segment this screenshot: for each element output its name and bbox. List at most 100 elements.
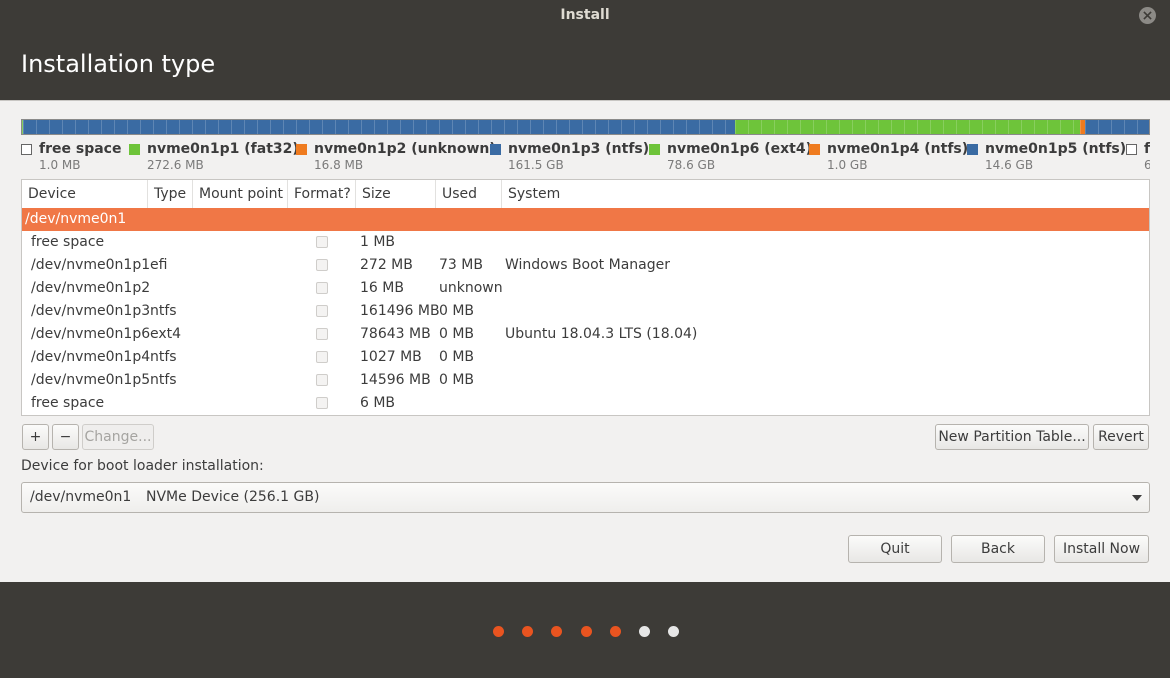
page-header: Installation type xyxy=(0,30,1170,100)
cell-used: 0 MB xyxy=(439,372,475,388)
legend-name: free space xyxy=(1144,141,1150,157)
format-checkbox[interactable] xyxy=(316,374,328,386)
table-row[interactable]: /dev/nvme0n1p4 ntfs 1027 MB 0 MB xyxy=(22,346,1149,369)
format-checkbox[interactable] xyxy=(316,282,328,294)
format-checkbox[interactable] xyxy=(316,259,328,271)
progress-dot xyxy=(668,626,680,637)
column-header-system[interactable]: System xyxy=(502,180,1149,208)
column-header-used[interactable]: Used xyxy=(436,180,502,208)
quit-button[interactable]: Quit xyxy=(848,535,942,563)
main-content: free space 1.0 MB nvme0n1p1 (fat32) 272.6 M… xyxy=(0,100,1170,582)
progress-dot xyxy=(639,626,650,637)
cell-device: /dev/nvme0n1p6 xyxy=(31,326,151,342)
close-icon xyxy=(1143,11,1152,20)
legend-size: 1.0 MB xyxy=(39,158,81,172)
legend-name: nvme0n1p3 (ntfs) xyxy=(508,141,650,157)
legend-swatch xyxy=(21,144,32,155)
table-header: Device Type Mount point Format? Size Use… xyxy=(22,180,1149,208)
cell-type: ntfs xyxy=(150,303,177,319)
cell-type: ntfs xyxy=(150,349,177,365)
table-row[interactable]: free space 6 MB xyxy=(22,392,1149,415)
revert-button[interactable]: Revert xyxy=(1093,424,1149,450)
legend-swatch xyxy=(129,144,140,155)
legend-name: nvme0n1p6 (ext4) xyxy=(667,141,813,157)
legend-swatch xyxy=(296,144,307,155)
legend-swatch xyxy=(490,144,501,155)
legend-size: 272.6 MB xyxy=(147,158,204,172)
cell-size: 1027 MB xyxy=(360,349,422,365)
legend-size: 161.5 GB xyxy=(508,158,564,172)
table-row[interactable]: /dev/nvme0n1p5 ntfs 14596 MB 0 MB xyxy=(22,369,1149,392)
cell-size: 16 MB xyxy=(360,280,404,296)
boot-loader-label: Device for boot loader installation: xyxy=(21,458,264,474)
partition-usage-bar xyxy=(21,119,1150,135)
cell-size: 6 MB xyxy=(360,395,396,411)
legend-name: nvme0n1p2 (unknown) xyxy=(314,141,496,157)
disk-bar-segment xyxy=(23,120,735,134)
legend-size: 16.8 MB xyxy=(314,158,364,172)
cell-device: free space xyxy=(31,395,105,411)
cell-device: free space xyxy=(31,234,105,250)
new-partition-table-button[interactable]: New Partition Table... xyxy=(935,424,1089,450)
column-header-device[interactable]: Device xyxy=(22,180,148,208)
legend-swatch xyxy=(809,144,820,155)
progress-dot xyxy=(551,626,563,637)
boot-loader-device: /dev/nvme0n1 xyxy=(30,489,132,505)
disk-bar-segment xyxy=(734,120,1081,134)
progress-dot xyxy=(522,626,534,637)
install-now-button[interactable]: Install Now xyxy=(1054,535,1149,563)
legend-swatch xyxy=(967,144,978,155)
cell-device: /dev/nvme0n1p2 xyxy=(31,280,151,296)
progress-dot xyxy=(493,626,504,637)
cell-size: 14596 MB xyxy=(360,372,431,388)
legend-size: 1.0 GB xyxy=(827,158,868,172)
cell-size: 1 MB xyxy=(360,234,396,250)
disk-bar-segment xyxy=(1084,120,1149,134)
add-partition-button[interactable]: + xyxy=(22,424,49,450)
column-header-format[interactable]: Format? xyxy=(288,180,356,208)
format-checkbox[interactable] xyxy=(316,305,328,317)
legend-swatch xyxy=(1126,144,1137,155)
format-checkbox[interactable] xyxy=(316,351,328,363)
legend-size: 14.6 GB xyxy=(985,158,1034,172)
close-button[interactable] xyxy=(1139,7,1156,24)
remove-partition-button[interactable]: − xyxy=(52,424,79,450)
cell-type: ntfs xyxy=(150,372,177,388)
cell-size: 78643 MB xyxy=(360,326,431,342)
legend-name: nvme0n1p4 (ntfs) xyxy=(827,141,969,157)
back-button[interactable]: Back xyxy=(951,535,1045,563)
cell-size: 272 MB xyxy=(360,257,413,273)
table-row[interactable]: /dev/nvme0n1p6 ext4 78643 MB 0 MB Ubuntu 18.… xyxy=(22,323,1149,346)
boot-loader-device-select[interactable]: /dev/nvme0n1 NVMe Device (256.1 GB) xyxy=(21,482,1150,513)
cell-system: Ubuntu 18.04.3 LTS (18.04) xyxy=(505,326,698,342)
cell-used: 0 MB xyxy=(439,326,475,342)
window-title: Install xyxy=(560,7,610,23)
progress-dot xyxy=(609,626,621,637)
format-checkbox[interactable] xyxy=(316,328,328,340)
format-checkbox[interactable] xyxy=(316,236,328,248)
table-row[interactable]: /dev/nvme0n1p1 efi 272 MB 73 MB Windows Boot… xyxy=(22,254,1149,277)
legend-name: nvme0n1p1 (fat32) xyxy=(147,141,299,157)
cell-device: /dev/nvme0n1p4 xyxy=(31,349,151,365)
column-header-type[interactable]: Type xyxy=(148,180,193,208)
cell-used: unknown xyxy=(439,280,503,296)
cell-device: /dev/nvme0n1p5 xyxy=(31,372,151,388)
column-header-mount-point[interactable]: Mount point xyxy=(193,180,288,208)
boot-loader-device-description: NVMe Device (256.1 GB) xyxy=(146,489,320,505)
cell-type: efi xyxy=(150,257,168,273)
change-partition-button[interactable]: Change... xyxy=(82,424,154,450)
column-header-size[interactable]: Size xyxy=(356,180,436,208)
format-checkbox[interactable] xyxy=(316,397,328,409)
cell-device: /dev/nvme0n1p3 xyxy=(31,303,151,319)
table-row[interactable]: /dev/nvme0n1p2 16 MB unknown xyxy=(22,277,1149,300)
table-row[interactable]: /dev/nvme0n1 xyxy=(22,208,1149,231)
legend-name: nvme0n1p5 (ntfs) xyxy=(985,141,1127,157)
partition-legend: free space 1.0 MB nvme0n1p1 (fat32) 272.6 M… xyxy=(21,141,1150,173)
table-row[interactable]: free space 1 MB xyxy=(22,231,1149,254)
legend-name: free space xyxy=(39,141,122,157)
page-title: Installation type xyxy=(21,50,216,78)
table-row[interactable]: /dev/nvme0n1p3 ntfs 161496 MB 0 MB xyxy=(22,300,1149,323)
progress-footer xyxy=(0,582,1170,678)
partition-table[interactable]: Device Type Mount point Format? Size Use… xyxy=(21,179,1150,416)
cell-used: 73 MB xyxy=(439,257,483,273)
